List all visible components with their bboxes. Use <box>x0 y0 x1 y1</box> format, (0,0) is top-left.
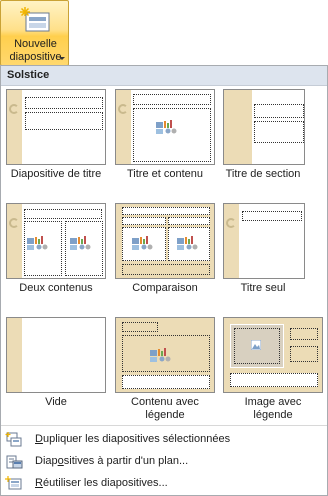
layout-label-line2: légende <box>145 409 185 421</box>
layout-thumbnail <box>223 89 305 165</box>
new-slide-button[interactable]: Nouvelle diapositive <box>0 0 69 66</box>
content-placeholder-icon <box>177 236 198 250</box>
slides-from-outline-icon <box>6 455 23 469</box>
layout-title-only[interactable]: Titre seul <box>223 203 327 303</box>
layout-section-header[interactable]: Titre de section <box>223 89 327 189</box>
theme-name: Solstice <box>7 69 50 81</box>
menu-item-label: Réutiliser les diapositives... <box>35 477 168 489</box>
duplicate-slides-icon <box>5 432 22 447</box>
content-placeholder-icon <box>156 120 177 134</box>
menu-item-label: Dupliquer les diapositives sélectionnées <box>35 433 231 445</box>
content-placeholder-icon <box>27 236 48 250</box>
layout-picture-caption[interactable]: Image avec légende <box>223 317 327 421</box>
layout-label: Image avec légende <box>221 396 325 422</box>
layout-dropdown-panel: Solstice Diapositive de titre Titre et c… <box>0 65 328 496</box>
layout-two-content[interactable]: Deux contenus <box>6 203 110 303</box>
layout-thumbnail <box>6 89 106 165</box>
layout-label-line1: Contenu avec <box>131 396 199 408</box>
layout-label: Diapositive de titre <box>10 168 102 180</box>
layout-label: Titre de section <box>225 168 301 180</box>
content-placeholder-icon <box>132 236 153 250</box>
layout-label-line2: légende <box>253 409 293 421</box>
layout-thumbnail <box>115 203 215 279</box>
theme-header: Solstice <box>1 66 327 86</box>
reuse-slides-menu-item[interactable]: Réutiliser les diapositives... <box>1 473 327 495</box>
duplicate-slides-menu-item[interactable]: Dupliquer les diapositives sélectionnées <box>1 429 327 451</box>
layout-thumbnail <box>115 89 215 165</box>
content-placeholder-icon <box>150 348 171 362</box>
new-slide-label-line1: Nouvelle <box>14 38 57 50</box>
layout-thumbnail <box>223 317 323 393</box>
layout-label: Titre et contenu <box>126 168 204 180</box>
layout-comparison[interactable]: Comparaison <box>115 203 219 303</box>
new-slide-icon <box>20 7 50 32</box>
layout-thumbnail <box>223 203 305 279</box>
layout-label: Comparaison <box>132 282 198 294</box>
reuse-slides-icon <box>5 476 22 490</box>
picture-placeholder-icon <box>251 340 261 350</box>
layout-thumbnail <box>6 203 106 279</box>
slides-from-outline-menu-item[interactable]: Diapositives à partir d'un plan... <box>1 451 327 473</box>
layout-blank[interactable]: Vide <box>6 317 110 417</box>
layout-label-line1: Image avec <box>244 396 302 408</box>
layout-thumbnail <box>115 317 215 393</box>
layout-label: Contenu avec légende <box>113 396 217 422</box>
layout-title-slide[interactable]: Diapositive de titre <box>6 89 110 189</box>
layout-content-caption[interactable]: Contenu avec légende <box>115 317 219 421</box>
menu-divider <box>1 425 327 426</box>
content-placeholder-icon <box>70 236 91 250</box>
layout-title-content[interactable]: Titre et contenu <box>115 89 219 189</box>
layout-label: Deux contenus <box>19 282 93 294</box>
layout-label: Titre seul <box>240 282 286 294</box>
layout-thumbnail <box>6 317 106 393</box>
layout-label: Vide <box>45 396 67 408</box>
chevron-down-icon <box>59 57 65 60</box>
menu-item-label: Diapositives à partir d'un plan... <box>35 455 189 467</box>
